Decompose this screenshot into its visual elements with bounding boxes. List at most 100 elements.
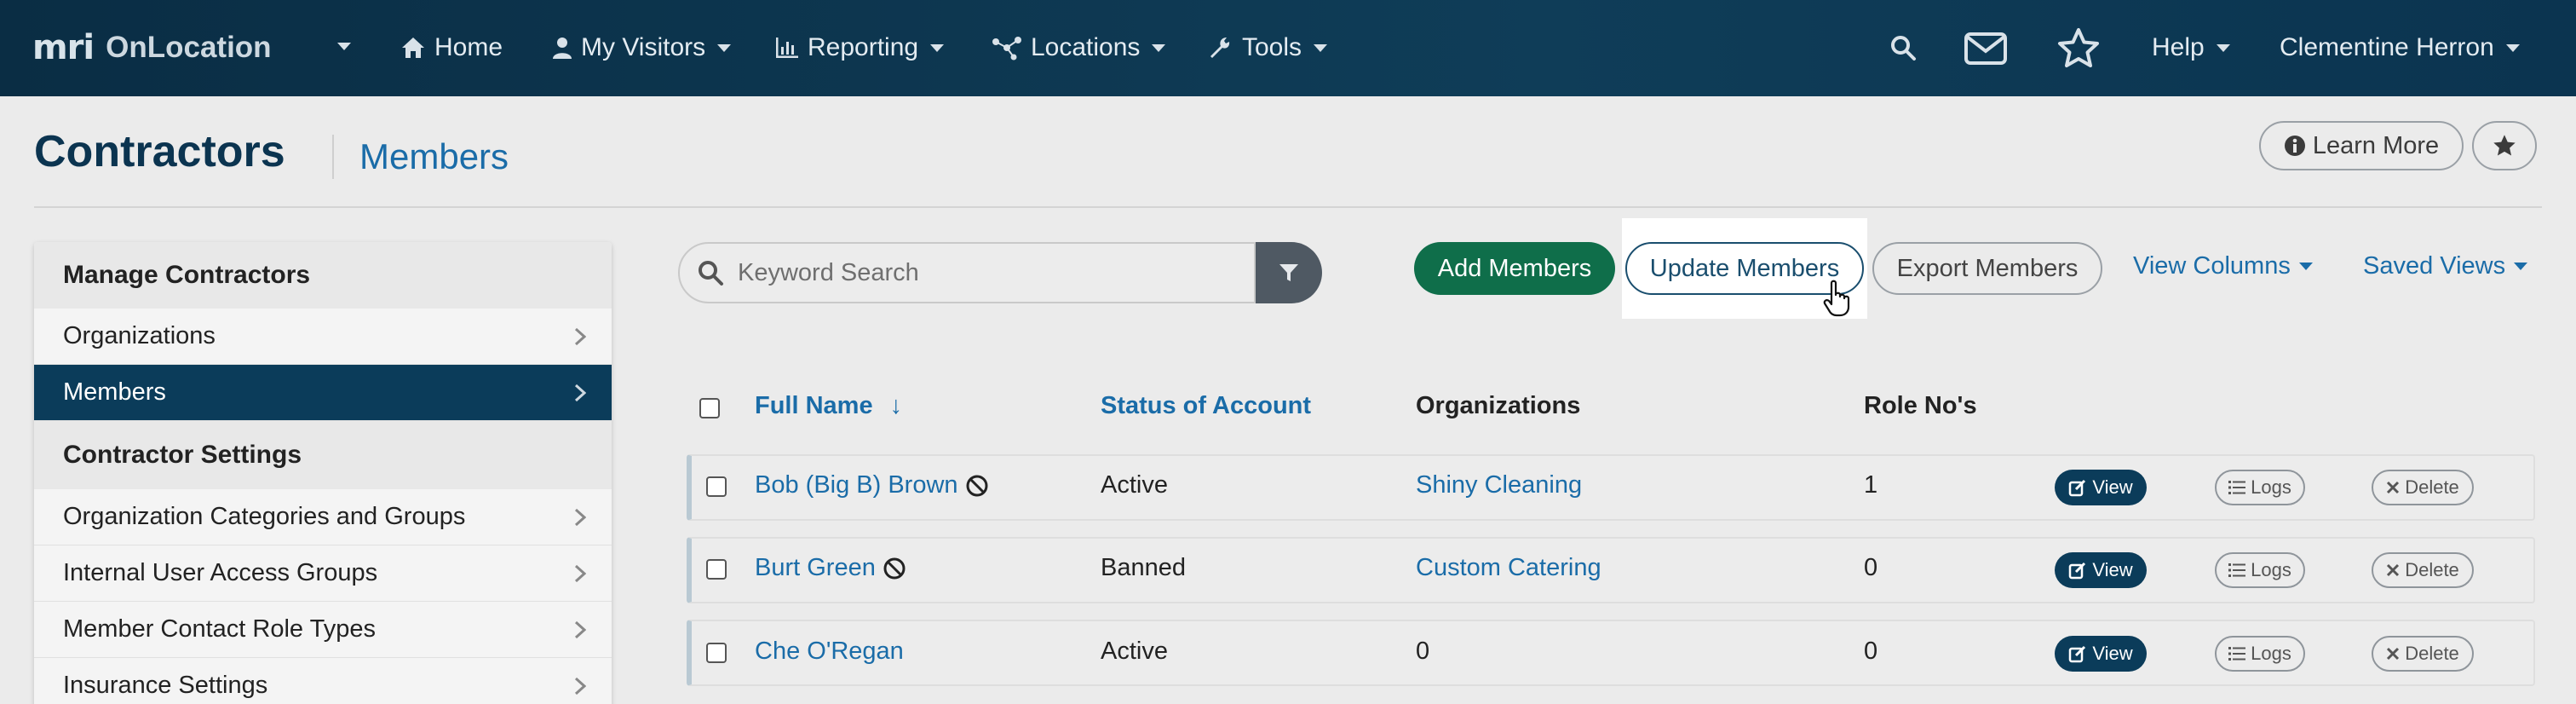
column-label: Full Name bbox=[755, 392, 873, 419]
view-label: View bbox=[2092, 476, 2133, 498]
page-subtitle-link[interactable]: Members bbox=[359, 136, 509, 177]
edit-icon bbox=[2069, 479, 2086, 497]
ban-icon bbox=[883, 557, 906, 580]
search-icon bbox=[699, 261, 723, 286]
learn-more-button[interactable]: Learn More bbox=[2259, 121, 2464, 170]
wrench-icon bbox=[1210, 38, 1230, 58]
sidebar-item-organizations[interactable]: Organizations bbox=[34, 309, 612, 365]
delete-button[interactable]: Delete bbox=[2372, 470, 2474, 505]
sidebar-item-insurance-settings[interactable]: Insurance Settings bbox=[34, 658, 612, 704]
favorite-button[interactable] bbox=[2472, 121, 2537, 170]
row-checkbox[interactable] bbox=[706, 476, 727, 497]
logs-button[interactable]: Logs bbox=[2215, 552, 2305, 588]
search-input[interactable] bbox=[738, 258, 1249, 287]
sidebar-section-contractor-settings: Contractor Settings bbox=[34, 421, 612, 489]
filter-icon bbox=[1279, 264, 1298, 281]
saved-views-dropdown[interactable]: Saved Views bbox=[2363, 252, 2528, 280]
star-icon[interactable] bbox=[2056, 27, 2101, 70]
envelope-icon[interactable] bbox=[1964, 32, 2007, 65]
mri-logo: mri bbox=[32, 28, 95, 67]
row-checkbox[interactable] bbox=[706, 643, 727, 663]
sidebar-item-members[interactable]: Members bbox=[34, 365, 612, 421]
search-icon[interactable] bbox=[1889, 34, 1917, 61]
select-all-checkbox[interactable] bbox=[699, 398, 720, 418]
nav-my-visitors[interactable]: My Visitors bbox=[552, 27, 732, 68]
nav-home[interactable]: Home bbox=[400, 27, 503, 68]
info-icon bbox=[2284, 136, 2305, 156]
sidebar-item-label: Insurance Settings bbox=[63, 672, 268, 699]
chevron-down-icon bbox=[717, 43, 732, 52]
chevron-right-icon bbox=[574, 327, 586, 346]
organization-link[interactable]: Shiny Cleaning bbox=[1416, 471, 1582, 499]
view-columns-dropdown[interactable]: View Columns bbox=[2133, 252, 2313, 280]
chevron-down-icon bbox=[2298, 263, 2313, 270]
sidebar-item-label: Internal User Access Groups bbox=[63, 559, 378, 586]
chevron-down-icon bbox=[1314, 43, 1328, 52]
sidebar-item-organization-categories[interactable]: Organization Categories and Groups bbox=[34, 489, 612, 545]
view-button[interactable]: View bbox=[2055, 470, 2147, 505]
page-title: Contractors bbox=[34, 127, 285, 176]
view-button[interactable]: View bbox=[2055, 552, 2147, 588]
brand-logo[interactable]: mri OnLocation bbox=[32, 26, 272, 70]
nav-home-label: Home bbox=[434, 33, 503, 61]
organization-link[interactable]: Custom Catering bbox=[1416, 554, 1601, 582]
delete-label: Delete bbox=[2405, 559, 2459, 580]
logs-button[interactable]: Logs bbox=[2215, 636, 2305, 672]
role-count: 0 bbox=[1864, 638, 1878, 665]
nav-reporting[interactable]: Reporting bbox=[775, 27, 945, 68]
user-menu[interactable]: Clementine Herron bbox=[2280, 27, 2520, 68]
member-name-link[interactable]: Burt Green bbox=[755, 554, 906, 582]
edit-icon bbox=[2069, 645, 2086, 663]
chevron-down-icon bbox=[2505, 43, 2520, 52]
home-icon bbox=[402, 38, 424, 58]
saved-views-label: Saved Views bbox=[2363, 252, 2506, 280]
sidebar-item-label: Organizations bbox=[63, 322, 216, 349]
logs-label: Logs bbox=[2251, 476, 2291, 498]
ban-icon bbox=[966, 475, 988, 497]
network-icon bbox=[992, 37, 1021, 61]
header-divider bbox=[34, 206, 2542, 208]
view-button[interactable]: View bbox=[2055, 636, 2147, 672]
account-status: Banned bbox=[1101, 554, 1186, 581]
sidebar: Manage Contractors Organizations Members… bbox=[34, 242, 612, 704]
delete-button[interactable]: Delete bbox=[2372, 552, 2474, 588]
add-members-button[interactable]: Add Members bbox=[1414, 242, 1615, 295]
chevron-right-icon bbox=[574, 677, 586, 695]
column-header-organizations: Organizations bbox=[1416, 392, 1581, 419]
logs-button[interactable]: Logs bbox=[2215, 470, 2305, 505]
list-icon bbox=[2228, 481, 2246, 494]
close-icon bbox=[2387, 481, 2400, 494]
row-checkbox[interactable] bbox=[706, 559, 727, 580]
delete-button[interactable]: Delete bbox=[2372, 636, 2474, 672]
sidebar-item-internal-user-access-groups[interactable]: Internal User Access Groups bbox=[34, 545, 612, 602]
sidebar-item-label: Organization Categories and Groups bbox=[63, 503, 466, 530]
title-divider bbox=[332, 135, 334, 179]
export-members-button[interactable]: Export Members bbox=[1872, 242, 2102, 295]
column-header-full-name[interactable]: Full Name ↓ bbox=[755, 392, 902, 420]
member-name-link[interactable]: Che O'Regan bbox=[755, 638, 904, 666]
close-icon bbox=[2387, 647, 2400, 661]
chevron-down-icon bbox=[2514, 263, 2528, 270]
sidebar-item-label: Members bbox=[63, 378, 166, 406]
keyword-search bbox=[678, 242, 1322, 303]
close-icon bbox=[2387, 563, 2400, 577]
nav-locations-label: Locations bbox=[1031, 33, 1141, 61]
chevron-down-icon bbox=[1152, 43, 1166, 52]
member-name: Burt Green bbox=[755, 554, 876, 581]
chevron-right-icon bbox=[574, 564, 586, 583]
sidebar-item-label: Member Contact Role Types bbox=[63, 615, 376, 643]
filter-button[interactable] bbox=[1256, 242, 1322, 303]
member-name-link[interactable]: Bob (Big B) Brown bbox=[755, 471, 989, 499]
edit-icon bbox=[2069, 562, 2086, 580]
app-switcher-caret[interactable] bbox=[337, 43, 351, 50]
column-header-status[interactable]: Status of Account bbox=[1101, 392, 1311, 420]
nav-help[interactable]: Help bbox=[2152, 27, 2230, 68]
sidebar-item-member-contact-role-types[interactable]: Member Contact Role Types bbox=[34, 602, 612, 658]
nav-locations[interactable]: Locations bbox=[992, 27, 1166, 68]
nav-my-visitors-label: My Visitors bbox=[581, 33, 706, 61]
nav-tools[interactable]: Tools bbox=[1208, 27, 1328, 68]
learn-more-label: Learn More bbox=[2312, 131, 2440, 159]
top-navbar: mri OnLocation Home My Visitors Reportin… bbox=[0, 0, 2576, 96]
list-icon bbox=[2228, 563, 2246, 577]
star-icon bbox=[2493, 135, 2516, 156]
